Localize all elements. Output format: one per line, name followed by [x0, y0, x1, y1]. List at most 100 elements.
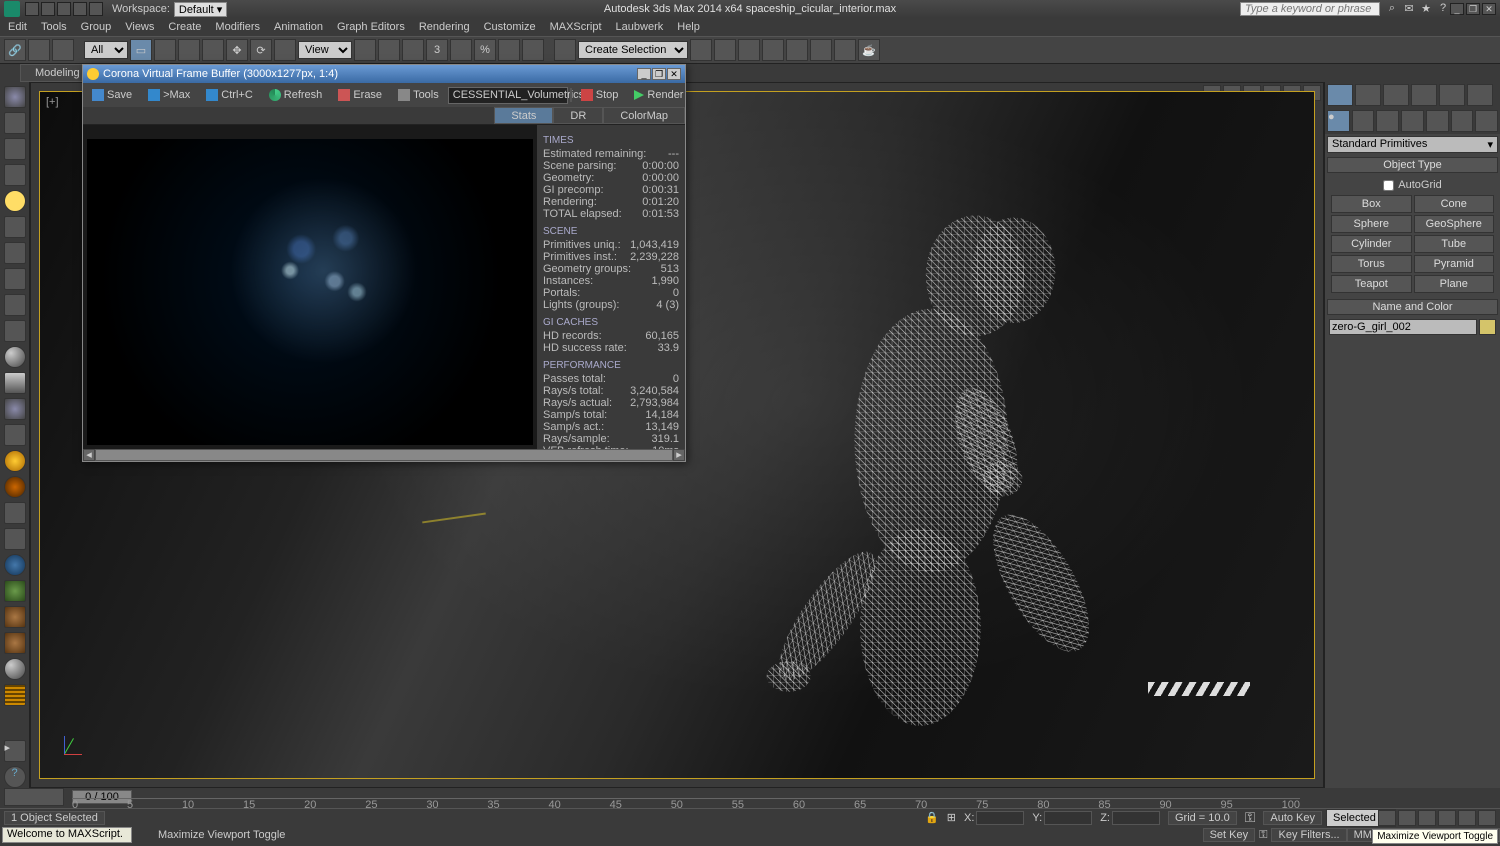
- maximize-button[interactable]: ❐: [1466, 3, 1480, 15]
- y-coord-input[interactable]: [1044, 811, 1092, 825]
- rock-icon[interactable]: [4, 606, 26, 628]
- favorite-icon[interactable]: ★: [1419, 2, 1433, 16]
- sphere-preview-icon[interactable]: [4, 346, 26, 368]
- unlink-icon[interactable]: [28, 39, 50, 61]
- spacewarp-icon[interactable]: [4, 268, 26, 290]
- zoom-icon[interactable]: [1398, 810, 1416, 826]
- vfb-minimize-button[interactable]: _: [637, 68, 651, 80]
- create-torus-button[interactable]: Torus: [1331, 255, 1412, 273]
- spinner-snap-icon[interactable]: [498, 39, 520, 61]
- material-editor-icon[interactable]: [786, 39, 808, 61]
- create-sphere-button[interactable]: Sphere: [1331, 215, 1412, 233]
- layers-icon[interactable]: [714, 39, 736, 61]
- pivot-icon[interactable]: [354, 39, 376, 61]
- keyfilters-button[interactable]: Key Filters...: [1271, 828, 1346, 842]
- menu-modifiers[interactable]: Modifiers: [215, 21, 260, 33]
- menu-edit[interactable]: Edit: [8, 21, 27, 33]
- create-pyramid-button[interactable]: Pyramid: [1414, 255, 1495, 273]
- hierarchy-tab-icon[interactable]: [1383, 84, 1409, 106]
- vfb-stop-button[interactable]: Stop: [574, 86, 626, 104]
- menu-tools[interactable]: Tools: [41, 21, 67, 33]
- schematic-view-icon[interactable]: [762, 39, 784, 61]
- helpers-cat-icon[interactable]: [1426, 110, 1449, 132]
- key-icon[interactable]: ⚿: [1245, 809, 1256, 826]
- primitive-category-select[interactable]: Standard Primitives▾: [1327, 136, 1498, 153]
- menu-laubwerk[interactable]: Laubwerk: [616, 21, 664, 33]
- vfb-erase-button[interactable]: Erase: [331, 86, 389, 104]
- render-prod-icon[interactable]: ☕: [858, 39, 880, 61]
- angle-snap-icon[interactable]: [450, 39, 472, 61]
- percent-snap-icon[interactable]: %: [474, 39, 496, 61]
- quick-save-icon[interactable]: [57, 2, 71, 16]
- vfb-dr-tab[interactable]: DR: [553, 107, 603, 124]
- sphere3-icon[interactable]: [4, 658, 26, 680]
- align-icon[interactable]: [690, 39, 712, 61]
- object-type-rollout[interactable]: Object Type: [1327, 157, 1498, 173]
- helper-icon[interactable]: [4, 242, 26, 264]
- camera-icon[interactable]: [4, 216, 26, 238]
- window-crossing-icon[interactable]: [202, 39, 224, 61]
- vfb-render-view[interactable]: [83, 125, 537, 449]
- mirror-icon[interactable]: [554, 39, 576, 61]
- vfb-pass-select[interactable]: CESSENTIAL_Volumetrics▾: [448, 87, 568, 104]
- close-button[interactable]: ✕: [1482, 3, 1496, 15]
- menu-create[interactable]: Create: [168, 21, 201, 33]
- minimize-button[interactable]: _: [1450, 3, 1464, 15]
- earth-icon[interactable]: [4, 554, 26, 576]
- vfb-close-button[interactable]: ✕: [667, 68, 681, 80]
- vfb-save-button[interactable]: Save: [85, 86, 139, 104]
- create-cylinder-button[interactable]: Cylinder: [1331, 235, 1412, 253]
- move-icon[interactable]: ✥: [226, 39, 248, 61]
- timeline[interactable]: 0 / 100 05101520253035404550556065707580…: [0, 788, 1500, 808]
- expand-flyout-icon[interactable]: ▸: [4, 740, 26, 762]
- fov-icon[interactable]: [1438, 810, 1456, 826]
- quick-redo-icon[interactable]: [89, 2, 103, 16]
- vfb-maximize-button[interactable]: ❐: [652, 68, 666, 80]
- vfb-refresh-button[interactable]: Refresh: [262, 86, 330, 104]
- sphere2-icon[interactable]: [4, 476, 26, 498]
- cone-icon[interactable]: [4, 372, 26, 394]
- communication-icon[interactable]: ✉: [1402, 2, 1416, 16]
- maxscript-listener[interactable]: Welcome to MAXScript.: [2, 827, 132, 843]
- maximize-viewport-icon[interactable]: [1478, 810, 1496, 826]
- create-tube-button[interactable]: Tube: [1414, 235, 1495, 253]
- region-rect-icon[interactable]: [178, 39, 200, 61]
- curve-editor-icon[interactable]: [738, 39, 760, 61]
- shapes-cat-icon[interactable]: [1352, 110, 1375, 132]
- object-name-input[interactable]: [1329, 319, 1477, 335]
- menu-views[interactable]: Views: [125, 21, 154, 33]
- sun-icon[interactable]: [4, 450, 26, 472]
- manipulate-icon[interactable]: [378, 39, 400, 61]
- utilities-tab-icon[interactable]: [1467, 84, 1493, 106]
- ref-coord-system[interactable]: View: [298, 41, 352, 59]
- create-box-button[interactable]: Box: [1331, 195, 1412, 213]
- keyboard-shortcut-icon[interactable]: [402, 39, 424, 61]
- brush-icon[interactable]: [4, 528, 26, 550]
- rock2-icon[interactable]: [4, 632, 26, 654]
- pan-icon[interactable]: [1378, 810, 1396, 826]
- z-coord-input[interactable]: [1112, 811, 1160, 825]
- edit-named-sel-icon[interactable]: [522, 39, 544, 61]
- name-color-rollout[interactable]: Name and Color: [1327, 299, 1498, 315]
- menu-help[interactable]: Help: [677, 21, 700, 33]
- spacewarps-cat-icon[interactable]: [1451, 110, 1474, 132]
- vfb-region-icon[interactable]: [570, 88, 572, 102]
- help-search-input[interactable]: [1240, 2, 1380, 16]
- vfb-copy-button[interactable]: Ctrl+C: [199, 86, 259, 104]
- modify-tab-icon[interactable]: [1355, 84, 1381, 106]
- menu-group[interactable]: Group: [81, 21, 112, 33]
- vfb-to-max-button[interactable]: >Max: [141, 86, 197, 104]
- vfb-colormap-tab[interactable]: ColorMap: [603, 107, 685, 124]
- vfb-titlebar[interactable]: Corona Virtual Frame Buffer (3000x1277px…: [83, 65, 685, 83]
- select-object-icon[interactable]: ▭: [130, 39, 152, 61]
- select-name-icon[interactable]: [154, 39, 176, 61]
- vfb-render-button[interactable]: Render: [627, 86, 690, 104]
- bind-icon[interactable]: [52, 39, 74, 61]
- menu-graph-editors[interactable]: Graph Editors: [337, 21, 405, 33]
- create-cone-button[interactable]: Cone: [1414, 195, 1495, 213]
- help-icon[interactable]: ?: [1436, 2, 1450, 16]
- hierarchy-icon[interactable]: [4, 164, 26, 186]
- autogrid-checkbox[interactable]: [1383, 180, 1394, 191]
- menu-customize[interactable]: Customize: [484, 21, 536, 33]
- lock-icon[interactable]: 🔒: [925, 811, 939, 824]
